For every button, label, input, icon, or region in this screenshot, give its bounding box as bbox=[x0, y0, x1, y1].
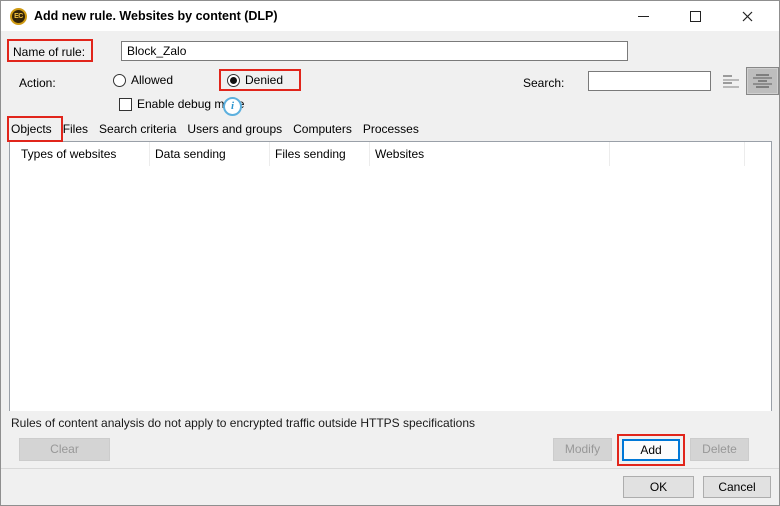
tab-processes[interactable]: Processes bbox=[363, 122, 419, 136]
info-icon[interactable]: i bbox=[223, 97, 242, 116]
footer-separator bbox=[1, 468, 779, 469]
clear-button: Clear bbox=[19, 438, 110, 461]
checkbox-icon bbox=[119, 98, 132, 111]
column-header-files-sending[interactable]: Files sending bbox=[270, 142, 370, 166]
tab-users-and-groups[interactable]: Users and groups bbox=[187, 122, 282, 136]
ok-button[interactable]: OK bbox=[623, 476, 694, 498]
search-input[interactable] bbox=[588, 71, 711, 91]
search-label: Search: bbox=[523, 76, 564, 90]
radio-denied[interactable]: Denied bbox=[227, 73, 283, 87]
title-bar: EC Add new rule. Websites by content (DL… bbox=[1, 1, 779, 31]
delete-button: Delete bbox=[690, 438, 749, 461]
minimize-icon bbox=[638, 16, 649, 17]
tab-files[interactable]: Files bbox=[63, 122, 88, 136]
action-label: Action: bbox=[19, 76, 56, 90]
add-rule-dialog: EC Add new rule. Websites by content (DL… bbox=[0, 0, 780, 506]
cancel-button[interactable]: Cancel bbox=[703, 476, 771, 498]
table-header: Types of websites Data sending Files sen… bbox=[10, 142, 771, 166]
add-button[interactable]: Add bbox=[622, 439, 680, 461]
maximize-button[interactable] bbox=[669, 1, 721, 31]
collapse-all-icon bbox=[723, 74, 740, 89]
column-header-empty[interactable] bbox=[610, 142, 745, 166]
rule-name-input[interactable] bbox=[121, 41, 628, 61]
app-logo-icon: EC bbox=[10, 8, 27, 25]
expand-all-button[interactable] bbox=[746, 67, 779, 95]
modify-button: Modify bbox=[553, 438, 612, 461]
column-header-websites[interactable]: Websites bbox=[370, 142, 610, 166]
window-controls bbox=[617, 1, 773, 31]
radio-denied-circle-icon bbox=[227, 74, 240, 87]
window-title: Add new rule. Websites by content (DLP) bbox=[34, 9, 278, 23]
objects-table: Types of websites Data sending Files sen… bbox=[9, 141, 772, 411]
radio-allowed[interactable]: Allowed bbox=[113, 73, 173, 87]
collapse-all-button[interactable] bbox=[721, 73, 741, 89]
maximize-icon bbox=[690, 11, 701, 22]
column-header-data-sending[interactable]: Data sending bbox=[150, 142, 270, 166]
tab-objects[interactable]: Objects bbox=[11, 122, 52, 136]
expand-all-icon bbox=[753, 73, 772, 90]
tab-computers[interactable]: Computers bbox=[293, 122, 352, 136]
column-header-filler bbox=[745, 142, 771, 166]
close-icon bbox=[742, 11, 753, 22]
column-header-types-of-websites[interactable]: Types of websites bbox=[10, 142, 150, 166]
radio-allowed-circle-icon bbox=[113, 74, 126, 87]
table-body-empty bbox=[10, 166, 771, 411]
tab-strip: Objects Files Search criteria Users and … bbox=[11, 122, 419, 136]
name-of-rule-label: Name of rule: bbox=[13, 45, 85, 59]
radio-denied-label: Denied bbox=[245, 73, 283, 87]
https-note: Rules of content analysis do not apply t… bbox=[11, 416, 475, 430]
tab-search-criteria[interactable]: Search criteria bbox=[99, 122, 176, 136]
minimize-button[interactable] bbox=[617, 1, 669, 31]
radio-allowed-label: Allowed bbox=[131, 73, 173, 87]
close-button[interactable] bbox=[721, 1, 773, 31]
